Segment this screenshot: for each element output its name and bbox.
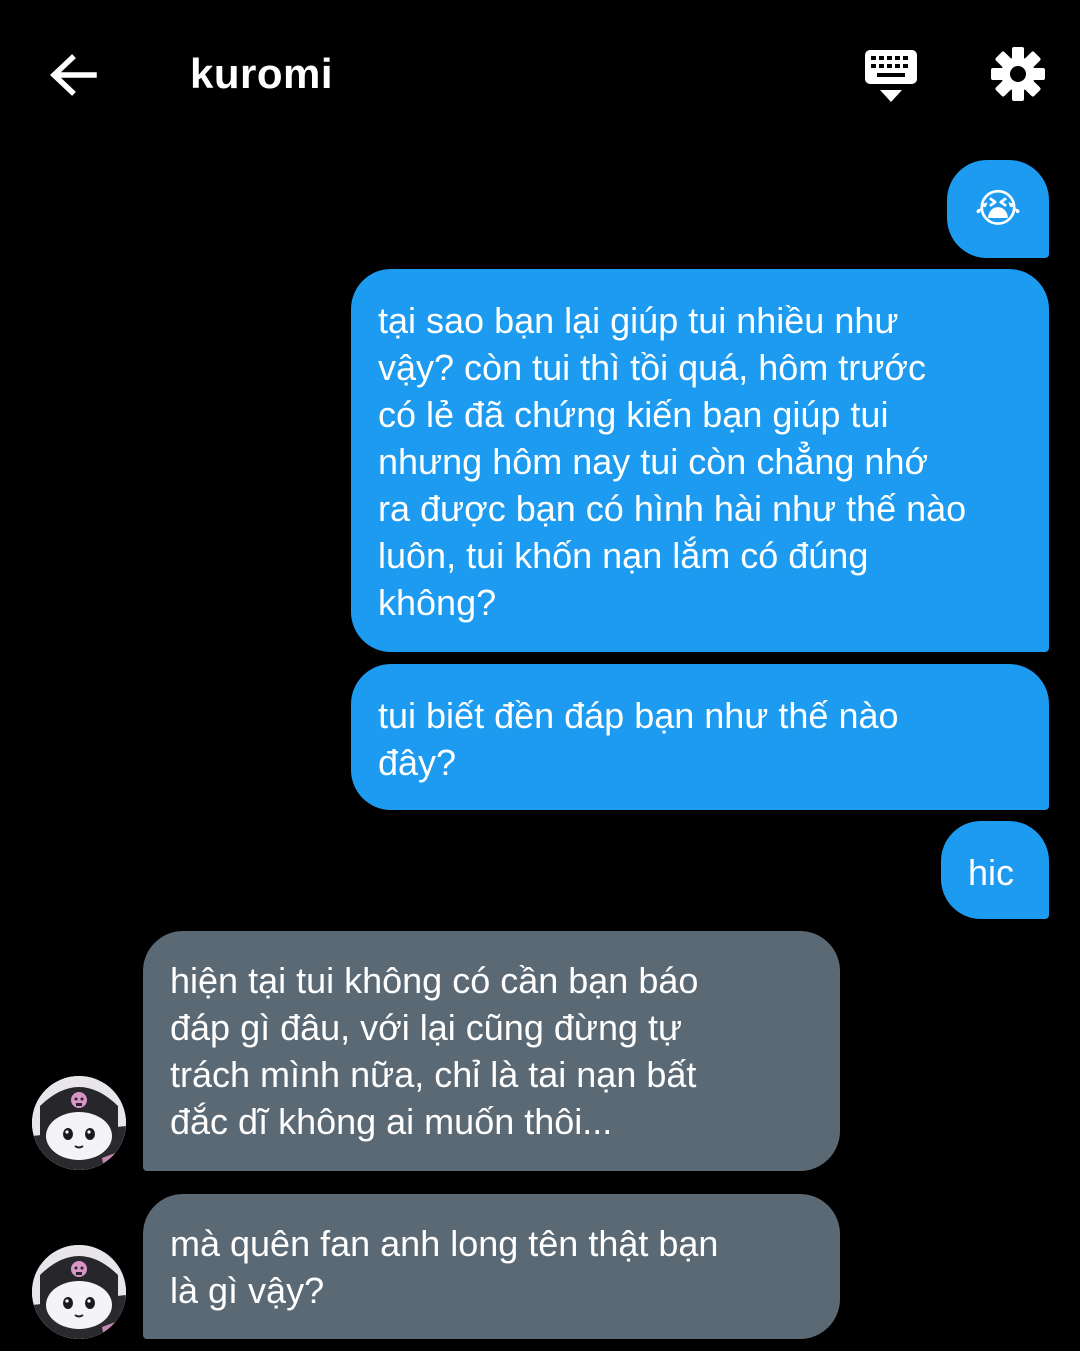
message-bubble-outgoing[interactable]: tui biết đền đáp bạn như thế nào đây? — [351, 664, 1049, 810]
gear-icon — [991, 47, 1045, 101]
message-line: mà quên fan anh long tên thật bạn — [170, 1223, 719, 1264]
kuromi-avatar[interactable] — [32, 1245, 126, 1339]
message-line: nhưng hôm nay tui còn chẳng nhớ — [378, 441, 929, 482]
message-line: trách mình nữa, chỉ là tai nạn bất — [170, 1054, 697, 1095]
kuromi-avatar-icon — [32, 1076, 126, 1170]
message-bubble-outgoing[interactable]: hic — [941, 821, 1049, 919]
keyboard-button[interactable] — [858, 44, 924, 108]
message-line: đây? — [378, 742, 457, 783]
message-bubble-incoming[interactable]: hiện tại tui không có cần bạn báo đáp gì… — [143, 931, 840, 1171]
message-line: là gì vậy? — [170, 1270, 325, 1311]
arrow-left-icon — [49, 54, 97, 96]
message-line: hiện tại tui không có cần bạn báo — [170, 960, 699, 1001]
message-bubble-outgoing[interactable]: 😭 — [947, 160, 1049, 258]
message-line: đáp gì đâu, với lại cũng đừng tự — [170, 1007, 683, 1048]
message-line: có lẻ đã chứng kiến bạn giúp tui — [378, 394, 889, 435]
message-line: vậy? còn tui thì tồi quá, hôm trước — [378, 347, 926, 388]
message-line: tui biết đền đáp bạn như thế nào — [378, 695, 899, 736]
message-line: ra được bạn có hình hài như thế nào — [378, 488, 967, 529]
message-line: hic — [968, 852, 1015, 893]
message-bubble-outgoing[interactable]: tại sao bạn lại giúp tui nhiều như vậy? … — [351, 269, 1049, 652]
kuromi-avatar[interactable] — [32, 1076, 126, 1170]
settings-button[interactable] — [986, 42, 1050, 106]
message-bubble-incoming[interactable]: mà quên fan anh long tên thật bạn là gì … — [143, 1194, 840, 1339]
back-button[interactable] — [40, 44, 106, 106]
kuromi-avatar-icon — [32, 1245, 126, 1339]
loudly-crying-face-icon: 😭 — [974, 187, 1022, 231]
keyboard-icon — [865, 50, 917, 102]
chat-header: kuromi — [0, 0, 1080, 150]
message-line: không? — [378, 582, 497, 623]
chat-title: kuromi — [190, 50, 334, 97]
message-line: luôn, tui khốn nạn lắm có đúng — [378, 535, 869, 576]
message-line: đắc dĩ không ai muốn thôi... — [170, 1101, 613, 1142]
message-line: tại sao bạn lại giúp tui nhiều như — [378, 300, 899, 341]
